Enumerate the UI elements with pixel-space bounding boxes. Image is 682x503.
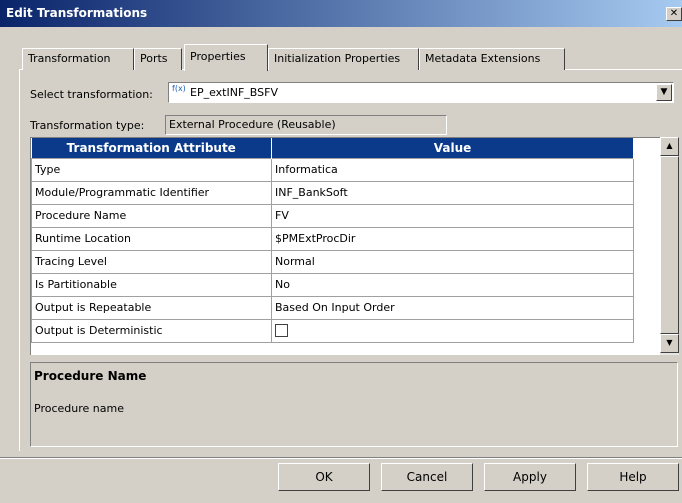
scroll-up-button[interactable]: ▲ [660,137,679,156]
value-cell[interactable]: FV [271,203,634,228]
value-cell[interactable]: $PMExtProcDir [271,226,634,251]
attribute-cell: Type [31,157,272,182]
chevron-down-icon: ▼ [660,87,668,97]
tab-properties[interactable]: Properties [184,44,268,71]
attribute-cell: Output is Deterministic [31,318,272,343]
deterministic-checkbox[interactable] [275,324,288,338]
scroll-thumb[interactable] [660,156,679,334]
cancel-button[interactable]: Cancel [381,463,473,491]
tab-metadata-extensions[interactable]: Metadata Extensions [419,48,565,70]
ok-button[interactable]: OK [278,463,370,491]
table-row[interactable]: Output is Repeatable Based On Input Orde… [31,295,634,320]
arrow-down-icon: ▼ [666,338,673,347]
help-button[interactable]: Help [587,463,679,491]
tab-transformation[interactable]: Transformation [22,48,134,70]
tab-initialization-properties[interactable]: Initialization Properties [268,48,419,70]
value-cell [271,318,634,343]
value-cell[interactable]: Normal [271,249,634,274]
dropdown-arrow-button[interactable]: ▼ [656,84,672,101]
description-panel: Procedure Name Procedure name [30,362,678,447]
apply-button[interactable]: Apply [484,463,576,491]
close-icon: ✕ [669,8,679,19]
transformation-type-label: Transformation type: [30,119,145,132]
table-row[interactable]: Runtime Location $PMExtProcDir [31,226,634,251]
value-cell[interactable]: INF_BankSoft [271,180,634,205]
attribute-cell: Tracing Level [31,249,272,274]
select-transformation-dropdown[interactable]: f(x) EP_extINF_BSFV ▼ [168,82,674,103]
table-row[interactable]: Type Informatica [31,157,634,182]
title-bar: Edit Transformations ✕ [0,0,682,27]
column-header-attribute: Transformation Attribute [31,138,272,158]
tab-ports[interactable]: Ports [134,48,182,70]
value-cell[interactable]: Based On Input Order [271,295,634,320]
close-button[interactable]: ✕ [666,7,682,21]
arrow-up-icon: ▲ [666,141,673,150]
attribute-cell: Is Partitionable [31,272,272,297]
table-row[interactable]: Procedure Name FV [31,203,634,228]
transformation-type-field: External Procedure (Reusable) [165,115,447,135]
attribute-cell: Runtime Location [31,226,272,251]
attribute-cell: Output is Repeatable [31,295,272,320]
grid-scrollbar[interactable]: ▲ ▼ [660,137,679,355]
select-transformation-label: Select transformation: [30,88,153,101]
select-transformation-value: EP_extINF_BSFV [190,86,278,99]
column-header-value: Value [271,138,634,158]
description-text: Procedure name [34,402,124,415]
table-row[interactable]: Module/Programmatic Identifier INF_BankS… [31,180,634,205]
button-separator [0,457,682,459]
properties-grid: Transformation Attribute Value Type Info… [30,137,660,355]
table-row[interactable]: Is Partitionable No [31,272,634,297]
description-title: Procedure Name [34,369,147,383]
procedure-icon: f(x) [172,84,186,93]
value-cell[interactable]: Informatica [271,157,634,182]
table-row[interactable]: Tracing Level Normal [31,249,634,274]
properties-table: Transformation Attribute Value Type Info… [31,138,634,343]
value-cell[interactable]: No [271,272,634,297]
table-header-row: Transformation Attribute Value [31,138,634,158]
transformation-type-value: External Procedure (Reusable) [169,118,336,131]
attribute-cell: Procedure Name [31,203,272,228]
window-title: Edit Transformations [6,6,148,20]
attribute-cell: Module/Programmatic Identifier [31,180,272,205]
scroll-down-button[interactable]: ▼ [660,334,679,353]
table-row[interactable]: Output is Deterministic [31,318,634,343]
